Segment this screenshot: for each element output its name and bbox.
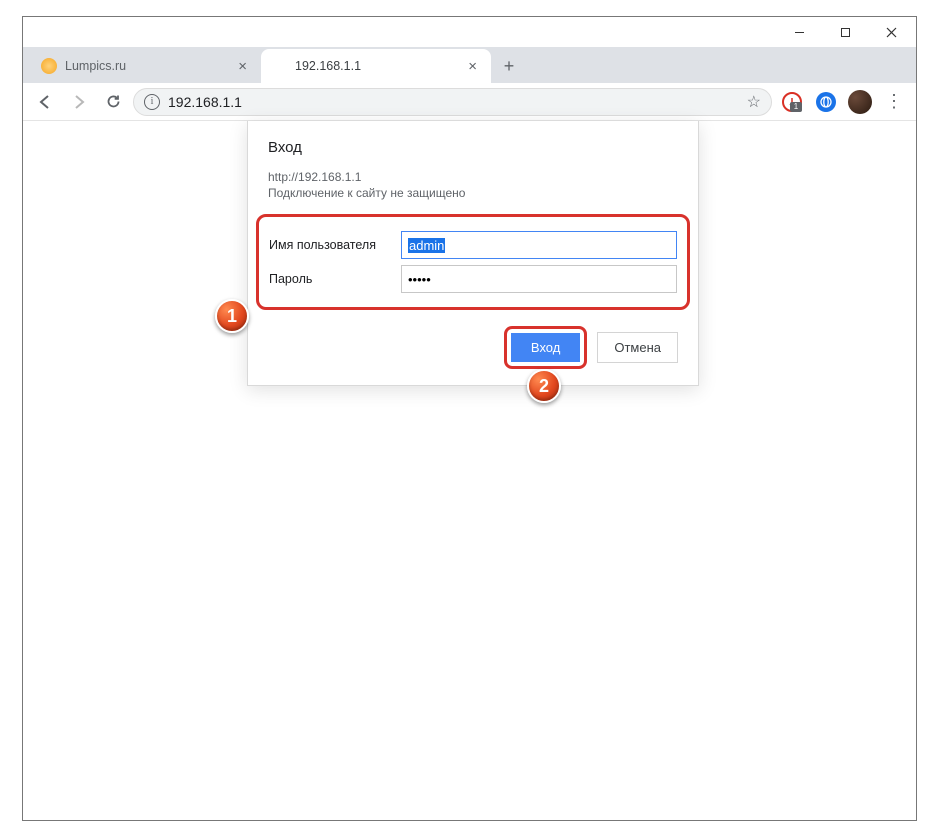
reload-icon	[105, 93, 122, 110]
username-value: admin	[408, 238, 445, 253]
tab-title: Lumpics.ru	[65, 59, 226, 73]
dialog-insecure-warning: Подключение к сайту не защищено	[268, 186, 678, 200]
maximize-icon	[840, 27, 851, 38]
extension-adblock[interactable]: 1	[778, 88, 806, 116]
tab-strip: Lumpics.ru × 192.168.1.1 × +	[23, 47, 916, 83]
arrow-right-icon	[70, 93, 88, 111]
extension-opera[interactable]	[812, 88, 840, 116]
username-input[interactable]: admin	[401, 231, 677, 259]
annotation-highlight-login: Вход	[504, 326, 587, 369]
site-info-icon[interactable]: i	[144, 94, 160, 110]
forward-button[interactable]	[65, 88, 93, 116]
kebab-icon: ⋮	[885, 91, 903, 112]
address-bar[interactable]: i 192.168.1.1 ☆	[133, 88, 772, 116]
profile-avatar[interactable]	[846, 88, 874, 116]
new-tab-button[interactable]: +	[495, 52, 523, 80]
bookmark-star-icon[interactable]: ☆	[747, 92, 761, 112]
globe-icon	[816, 92, 836, 112]
arrow-left-icon	[36, 93, 54, 111]
tab-router[interactable]: 192.168.1.1 ×	[261, 49, 491, 83]
window-maximize-button[interactable]	[822, 17, 868, 47]
window-minimize-button[interactable]	[776, 17, 822, 47]
username-label: Имя пользователя	[269, 238, 391, 252]
adblock-icon: 1	[782, 92, 802, 112]
password-label: Пароль	[269, 272, 391, 286]
tab-close-icon[interactable]: ×	[464, 58, 481, 75]
browser-toolbar: i 192.168.1.1 ☆ 1 ⋮	[23, 83, 916, 121]
cancel-button[interactable]: Отмена	[597, 332, 678, 363]
annotation-highlight-fields: Имя пользователя admin Пароль	[256, 214, 690, 310]
minimize-icon	[794, 27, 805, 38]
page-viewport: Вход http://192.168.1.1 Подключение к са…	[23, 121, 916, 820]
password-input[interactable]	[401, 265, 677, 293]
badge-count: 1	[790, 102, 802, 112]
tab-close-icon[interactable]: ×	[234, 58, 251, 75]
login-button[interactable]: Вход	[511, 333, 580, 362]
url-text: 192.168.1.1	[168, 94, 739, 110]
window-close-button[interactable]	[868, 17, 914, 47]
close-icon	[886, 27, 897, 38]
window-titlebar	[23, 17, 916, 47]
tab-lumpics[interactable]: Lumpics.ru ×	[31, 49, 261, 83]
favicon-icon	[41, 58, 57, 74]
browser-menu-button[interactable]: ⋮	[880, 88, 908, 116]
annotation-badge-1: 1	[215, 299, 249, 333]
dialog-title: Вход	[268, 139, 678, 156]
tab-title: 192.168.1.1	[295, 59, 456, 73]
http-auth-dialog: Вход http://192.168.1.1 Подключение к са…	[247, 121, 699, 386]
back-button[interactable]	[31, 88, 59, 116]
reload-button[interactable]	[99, 88, 127, 116]
favicon-icon	[271, 58, 287, 74]
annotation-badge-2: 2	[527, 369, 561, 403]
avatar-icon	[848, 90, 872, 114]
dialog-origin: http://192.168.1.1	[268, 170, 678, 184]
dialog-button-row: Вход Отмена	[268, 326, 678, 369]
browser-window: Lumpics.ru × 192.168.1.1 × + i 192.168.1…	[22, 16, 917, 821]
